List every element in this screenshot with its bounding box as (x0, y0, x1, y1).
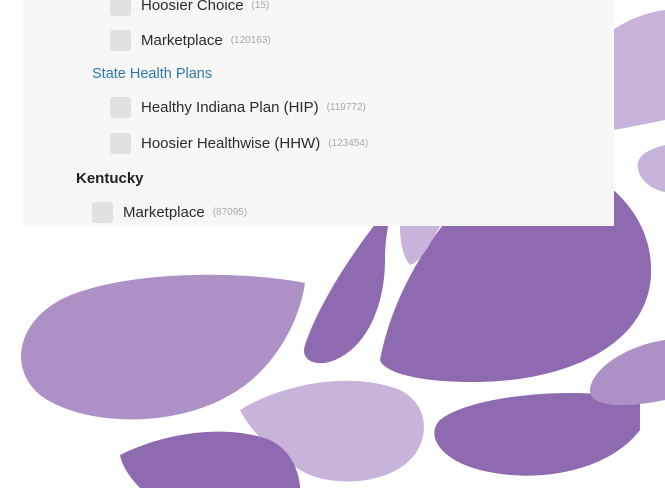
petal-shape (637, 145, 665, 192)
checkbox[interactable] (110, 133, 131, 154)
option-label[interactable]: Healthy Indiana Plan (HIP) (141, 99, 319, 116)
checkbox[interactable] (110, 0, 131, 16)
option-count: (87095) (212, 207, 248, 218)
group-heading[interactable]: State Health Plans (92, 66, 212, 82)
filter-option-marketplace-indiana[interactable]: Marketplace (120163) (110, 30, 271, 51)
option-count: (15) (251, 0, 270, 11)
option-label[interactable]: Hoosier Choice (141, 0, 244, 14)
option-count: (120163) (230, 35, 271, 46)
checkbox[interactable] (110, 30, 131, 51)
option-label[interactable]: Hoosier Healthwise (HHW) (141, 135, 320, 152)
option-label[interactable]: Marketplace (123, 204, 205, 221)
option-label[interactable]: Marketplace (141, 32, 223, 49)
option-count: (119772) (326, 102, 366, 113)
petal-shape (21, 274, 306, 420)
checkbox[interactable] (110, 97, 131, 118)
group-state-health-plans[interactable]: State Health Plans (92, 66, 212, 82)
filter-option-hoosier-choice[interactable]: Hoosier Choice (15) (110, 0, 269, 16)
state-heading: Kentucky (76, 170, 144, 187)
filter-panel: Hoosier Choice (15) Marketplace (120163)… (23, 0, 614, 226)
option-count: (123454) (328, 138, 369, 149)
petal-shape (434, 392, 640, 476)
state-kentucky: Kentucky (76, 170, 144, 187)
filter-option-hhw[interactable]: Hoosier Healthwise (HHW) (123454) (110, 133, 368, 154)
filter-option-hip[interactable]: Healthy Indiana Plan (HIP) (119772) (110, 97, 366, 118)
checkbox[interactable] (92, 202, 113, 223)
filter-option-marketplace-kentucky[interactable]: Marketplace (87095) (92, 202, 247, 223)
